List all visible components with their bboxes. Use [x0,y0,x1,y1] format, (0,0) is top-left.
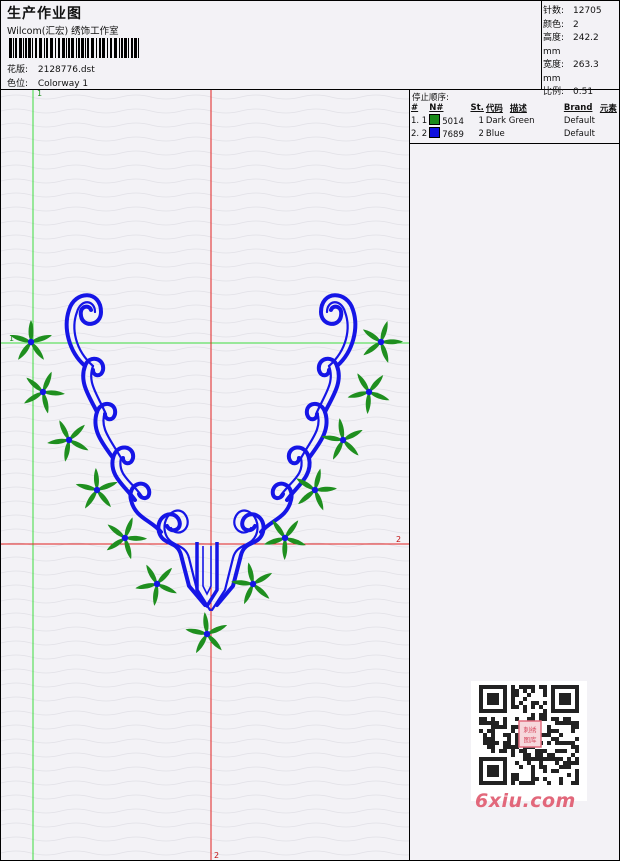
production-sheet: 生产作业图 Wilcom(汇宏) 绣饰工作室 花版: 2128776.dst 色… [0,0,620,861]
flower-center [311,486,319,494]
header-info: 生产作业图 Wilcom(汇宏) 绣饰工作室 花版: 2128776.dst 色… [1,1,542,89]
flower-center [121,534,129,542]
qr-code-graphic: 刺绣 图库 [479,685,579,785]
col-element: 元素 [599,104,617,114]
stop-row-num: 1. 1 [411,115,428,126]
stop-sequence-panel: 停止顺序: # N# St. 代码 描述 Brand 元素 1. 1 5014 … [410,90,619,144]
flower-center [249,580,257,588]
flower-center [65,436,73,444]
design-file-name: 2128776.dst [37,65,95,75]
color-swatch [429,114,441,125]
stop-table-header: # N# St. 代码 描述 Brand 元素 [410,102,619,114]
svg-text:图库: 图库 [524,735,538,744]
guide-red-h-label: 2 [396,535,401,544]
flower-center [27,338,35,346]
guide-green-v-label: 1 [37,90,42,98]
watermark-site: 6xiu.com [475,790,576,812]
design-canvas: 1 1 2 2 [1,90,410,860]
flower-center [93,486,101,494]
stop-sequence-table: # N# St. 代码 描述 Brand 元素 1. 1 5014 1 Dark… [410,102,619,140]
stat-colors: 颜色: 2 [543,19,579,30]
col-stops: St. [470,103,484,113]
flower-center [153,580,161,588]
flower-center [365,388,373,396]
stop-row-brand: Default [563,128,595,139]
flower-center [281,534,289,542]
stat-height: 高度: 242.2 mm [543,33,599,57]
stop-row-stops: 2 [478,128,484,139]
stats-panel: 针数: 12705 颜色: 2 高度: 242.2 mm 宽度: 263.3 mm 比例… [541,1,619,97]
stop-row-num: 2. 2 [411,128,428,139]
col-brand: Brand [563,103,593,113]
col-hash: # [411,103,419,113]
qr-code: 刺绣 图库 [471,681,587,801]
stop-row: 1. 1 5014 1 Dark Green Default [410,114,619,127]
stop-row-stops: 1 [478,115,484,126]
company-name: Wilcom(汇宏) 绣饰工作室 [7,26,119,37]
embroidery-preview: 1 1 2 2 [1,90,409,860]
design-label: 花版: [7,65,29,75]
flower-center [203,630,211,638]
flower-center [377,338,385,346]
color-swatch [429,127,441,138]
stop-row-desc: Blue [485,128,505,139]
flower-center [339,436,347,444]
stat-stitches: 针数: 12705 [543,6,602,16]
flower-center [39,388,47,396]
barcode [9,38,139,58]
stop-row-brand: Default [563,115,595,126]
header-panel: 生产作业图 Wilcom(汇宏) 绣饰工作室 花版: 2128776.dst 色… [1,1,619,97]
stats-list: 针数: 12705 颜色: 2 高度: 242.2 mm 宽度: 263.3 mm 比例… [543,5,619,100]
stat-width: 宽度: 263.3 mm [543,60,599,84]
col-n: N# [429,103,444,113]
colorway-row: 色位: Colorway 1 [7,76,88,89]
watermark-stamp-text: 刺绣 [524,725,538,734]
stop-row-code: 7689 [428,127,465,140]
col-code: 代码 [485,104,503,114]
stop-row: 2. 2 7689 2 Blue Default [410,127,619,140]
design-file-row: 花版: 2128776.dst [7,62,95,75]
guide-red-v-label: 2 [214,851,219,860]
colorway-name: Colorway 1 [37,79,89,89]
stop-row-code: 5014 [428,114,465,127]
stop-row-desc: Dark Green [485,115,535,126]
fabric-background [1,90,409,860]
sheet-title: 生产作业图 [7,6,82,22]
col-desc: 描述 [509,104,527,114]
colorway-label: 色位: [7,79,29,89]
